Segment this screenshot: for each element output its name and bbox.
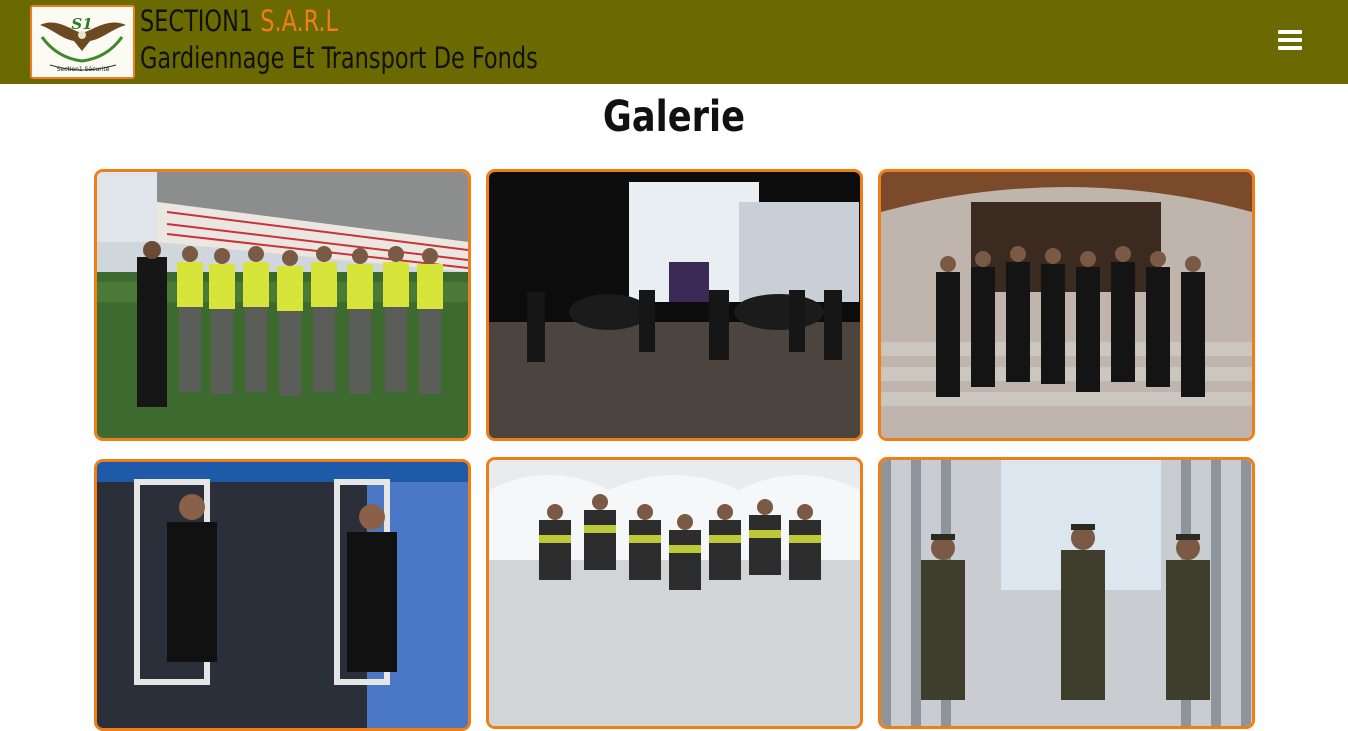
gallery-item-4[interactable] <box>94 459 471 731</box>
guards-doorway-photo <box>97 462 468 728</box>
guards-vests-photo <box>489 460 860 726</box>
site-header: S1 Section1 Sécurité SECTION1 S.A.R.L Ga… <box>0 0 1348 84</box>
gallery-item-5[interactable] <box>486 457 863 729</box>
brand-name-line: SECTION1 S.A.R.L <box>140 3 538 40</box>
guards-stadium-photo <box>97 172 468 438</box>
guards-suits-photo <box>881 172 1252 438</box>
logo-caption: Section1 Sécurité <box>57 66 110 73</box>
brand-tagline: Gardiennage Et Transport De Fonds <box>140 41 538 75</box>
hamburger-menu-icon[interactable] <box>1278 30 1302 52</box>
guards-night-photo <box>489 172 860 438</box>
brand-block: SECTION1 S.A.R.L Gardiennage Et Transpor… <box>140 3 538 77</box>
guards-uniforms-photo <box>881 460 1252 726</box>
page-title: Galerie <box>602 92 746 142</box>
gallery-item-3[interactable] <box>878 169 1255 441</box>
gallery-item-2[interactable] <box>486 169 863 441</box>
brand-name: SECTION1 <box>140 4 254 38</box>
company-logo[interactable]: S1 Section1 Sécurité <box>30 5 135 79</box>
gallery-item-1[interactable] <box>94 169 471 441</box>
gallery-item-6[interactable] <box>878 457 1255 729</box>
logo-text: S1 <box>71 15 92 33</box>
brand-suffix: S.A.R.L <box>260 4 338 38</box>
eagle-logo-icon: S1 Section1 Sécurité <box>32 7 133 77</box>
